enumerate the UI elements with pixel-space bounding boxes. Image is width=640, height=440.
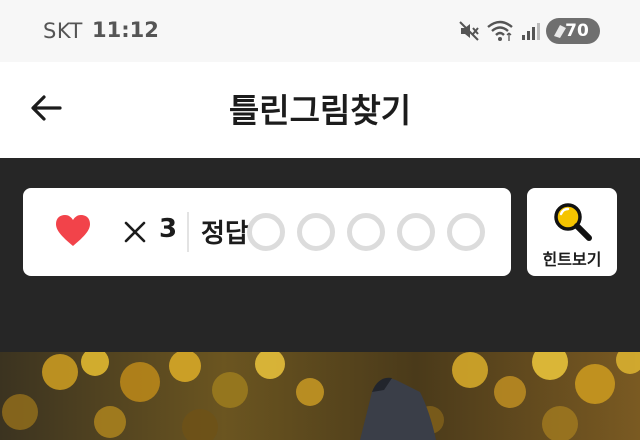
answer-slot: [397, 213, 435, 251]
lives-count: 3: [159, 214, 178, 244]
autumn-photo: [0, 352, 640, 440]
answer-slot: [297, 213, 335, 251]
answer-slot: [247, 213, 285, 251]
app-bar: 틀린그림찾기: [0, 62, 640, 158]
signal-icon: [522, 23, 540, 40]
puzzle-image[interactable]: [0, 352, 640, 440]
answer-slot: [347, 213, 385, 251]
magnifier-icon: [554, 203, 592, 241]
status-bar: SKT 11:12 70: [0, 0, 640, 62]
panel-divider: [187, 212, 189, 252]
carrier-label: SKT: [43, 19, 83, 43]
times-icon: [124, 221, 146, 243]
status-time: 11:12: [92, 18, 159, 42]
answer-slots: [247, 213, 485, 251]
hint-label: 힌트보기: [542, 250, 602, 269]
battery-level: 70: [565, 21, 589, 41]
mute-icon: [459, 21, 479, 41]
hint-button[interactable]: 힌트보기: [527, 188, 617, 276]
answer-label: 정답: [201, 219, 249, 249]
game-area: 3 정답 힌트보기: [0, 158, 640, 352]
score-panel: 3 정답: [23, 188, 511, 276]
battery-indicator: 70: [546, 18, 600, 44]
heart-icon: [56, 215, 90, 246]
page-title: 틀린그림찾기: [228, 91, 412, 130]
answer-slot: [447, 213, 485, 251]
status-icons: 70: [458, 16, 600, 46]
wifi-icon: [487, 20, 513, 41]
